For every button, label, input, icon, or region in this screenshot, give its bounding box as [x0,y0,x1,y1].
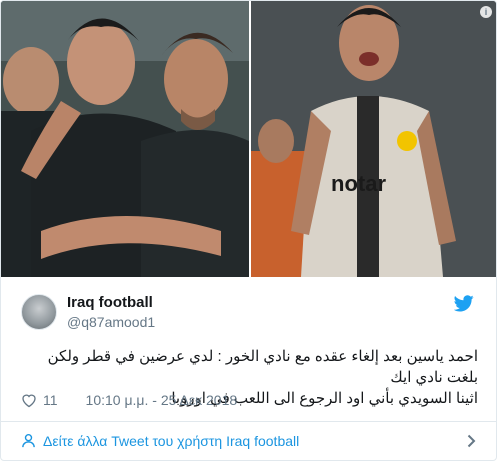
tweet-timestamp[interactable]: 10:10 μ.μ. - 25 Δεκ 2018 [86,392,238,408]
avatar[interactable] [21,294,57,330]
tweet-meta: 11 10:10 μ.μ. - 25 Δεκ 2018 [21,391,237,409]
user-handle[interactable]: @q87amood1 [67,314,155,330]
embedded-tweet-card[interactable]: notar i Iraq football @q87amood1 احمد يا… [0,0,497,461]
more-tweets-label[interactable]: Δείτε άλλα Tweet του χρήστη Iraq footbal… [43,433,299,449]
heart-icon[interactable] [21,393,37,408]
chevron-right-icon[interactable] [467,434,476,448]
tweet-media[interactable]: notar i [1,1,496,277]
player-illustration [251,1,496,277]
more-tweets-link[interactable]: Δείτε άλλα Tweet του χρήστη Iraq footbal… [1,422,496,460]
photo-aik-player[interactable]: notar i [251,1,496,277]
celebration-illustration [1,1,249,277]
like-count[interactable]: 11 [43,392,58,408]
photo-celebration[interactable] [1,1,249,277]
display-name[interactable]: Iraq football [67,294,153,311]
shirt-sponsor-text: notar [331,171,386,196]
tweet-text-line-1: احمد ياسين بعد إلغاء عقده مع نادي الخور … [47,348,478,386]
info-icon[interactable]: i [480,6,492,18]
twitter-bird-icon[interactable] [454,295,474,312]
user-icon [22,433,35,448]
